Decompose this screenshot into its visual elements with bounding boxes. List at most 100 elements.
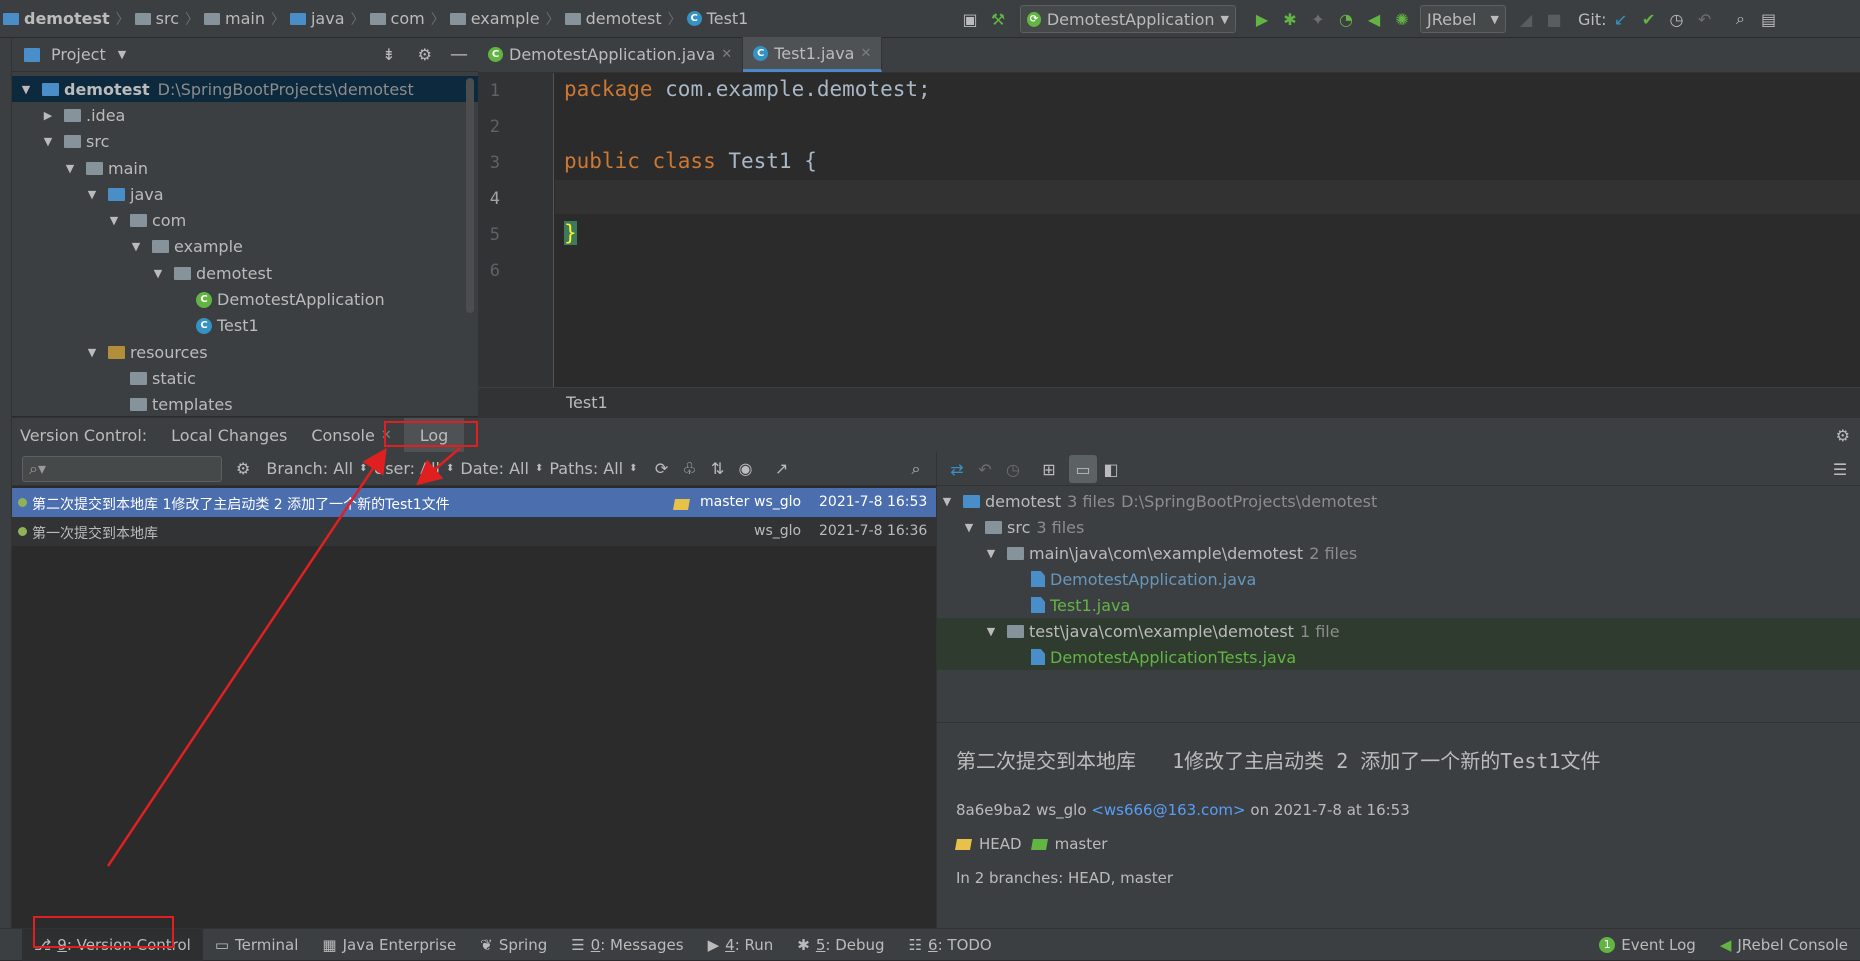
- tool-terminal[interactable]: ▭ Terminal: [203, 929, 311, 961]
- history-icon[interactable]: ◷: [999, 455, 1027, 483]
- collapse-all-icon[interactable]: ⇟: [374, 45, 403, 64]
- run-configuration-select[interactable]: ⟳ DemotestApplication ▼: [1020, 5, 1236, 33]
- revert-icon[interactable]: ↶: [971, 455, 999, 483]
- expand-arrow-icon[interactable]: ▼: [108, 214, 120, 227]
- layout-icon[interactable]: ▣: [956, 5, 984, 33]
- git-commit-icon[interactable]: ✔: [1635, 5, 1663, 33]
- author-email-link[interactable]: <ws666@163.com>: [1091, 801, 1245, 819]
- group-by-icon[interactable]: ⊞: [1035, 455, 1063, 483]
- preview-diff-icon[interactable]: ▭: [1069, 455, 1097, 483]
- code-editor[interactable]: package com.example.demotest; public cla…: [555, 73, 1860, 387]
- expand-arrow-icon[interactable]: ▼: [86, 346, 98, 359]
- tree-item-com[interactable]: ▼ com: [12, 207, 478, 233]
- commit-row-1[interactable]: 第二次提交到本地库 1修改了主启动类 2 添加了一个新的Test1文件 mast…: [12, 488, 936, 517]
- notifications-icon[interactable]: ▤: [1755, 5, 1783, 33]
- stop-icon[interactable]: ■: [1540, 5, 1568, 33]
- build-hammer-icon[interactable]: ⚒: [984, 5, 1012, 33]
- jrebel-run-icon[interactable]: ◀: [1360, 5, 1388, 33]
- show-diff-icon[interactable]: ⇄: [943, 455, 971, 483]
- tree-item-test1[interactable]: C Test1: [12, 313, 478, 339]
- tool-java-enterprise[interactable]: ▦ Java Enterprise: [310, 929, 468, 961]
- expand-arrow-icon[interactable]: ▼: [64, 162, 76, 175]
- cherry-pick-icon[interactable]: ♧: [676, 455, 704, 483]
- changes-main-package-row[interactable]: ▼ main\java\com\example\demotest 2 files: [937, 540, 1860, 566]
- expand-arrow-icon[interactable]: ▼: [20, 83, 32, 96]
- git-rollback-icon[interactable]: ↶: [1691, 5, 1719, 33]
- gear-icon[interactable]: ⚙: [410, 45, 440, 64]
- gear-icon[interactable]: ⚙: [222, 459, 260, 478]
- tool-todo[interactable]: ☷ 6: TODO: [897, 929, 1004, 961]
- breadcrumb-item-com[interactable]: com: [367, 9, 429, 28]
- project-panel-title[interactable]: Project: [51, 45, 106, 64]
- paths-filter[interactable]: Paths: All: [543, 459, 629, 478]
- expand-arrow-icon[interactable]: ▼: [985, 547, 997, 560]
- profile-icon[interactable]: ◔: [1332, 5, 1360, 33]
- tree-item-src[interactable]: ▼ src: [12, 129, 478, 155]
- search-everywhere-icon[interactable]: ⌕: [1727, 5, 1755, 33]
- breadcrumb-item-example[interactable]: example: [447, 9, 544, 28]
- close-icon[interactable]: ✕: [721, 47, 732, 62]
- editor-breadcrumb-class[interactable]: Test1: [566, 393, 608, 412]
- split-view-icon[interactable]: ◧: [1097, 455, 1125, 483]
- run-icon[interactable]: ▶: [1248, 5, 1276, 33]
- debug-icon[interactable]: ✱: [1276, 5, 1304, 33]
- expand-arrow-icon[interactable]: ▼: [86, 188, 98, 201]
- breadcrumb-item-src[interactable]: src: [132, 9, 183, 28]
- tree-item-java[interactable]: ▼ java: [12, 181, 478, 207]
- expand-arrow-icon[interactable]: ▼: [985, 625, 997, 638]
- sort-icon[interactable]: ⇅: [704, 455, 732, 483]
- tree-item--idea[interactable]: ▶ .idea: [12, 102, 478, 128]
- changed-file-row[interactable]: DemotestApplication.java: [937, 566, 1860, 592]
- gear-icon[interactable]: ⚙: [1826, 426, 1860, 445]
- changed-file-row[interactable]: DemotestApplicationTests.java: [937, 644, 1860, 670]
- tree-item-demotest[interactable]: ▼ demotest: [12, 260, 478, 286]
- commit-row-2[interactable]: 第一次提交到本地库 ws_glo 2021-7-8 16:36: [12, 517, 936, 546]
- breadcrumb-item-project[interactable]: demotest: [0, 9, 114, 28]
- tab-test1[interactable]: C Test1.java ✕: [743, 37, 883, 72]
- expand-arrow-icon[interactable]: ▼: [963, 521, 975, 534]
- breadcrumb-item-demotest[interactable]: demotest: [562, 9, 666, 28]
- project-scrollbar[interactable]: [466, 78, 474, 313]
- expand-all-icon[interactable]: ☰: [1826, 455, 1854, 483]
- tab-demotestapplication[interactable]: C DemotestApplication.java ✕: [478, 37, 744, 72]
- chevron-down-icon[interactable]: ▼: [118, 48, 126, 61]
- changes-test-package-row[interactable]: ▼ test\java\com\example\demotest 1 file: [937, 618, 1860, 644]
- tree-item-demotestapplication[interactable]: C DemotestApplication: [12, 286, 478, 312]
- coverage-icon[interactable]: ✦: [1304, 5, 1332, 33]
- branch-filter[interactable]: Branch: All: [260, 459, 359, 478]
- close-icon[interactable]: ✕: [860, 46, 871, 61]
- expand-arrow-icon[interactable]: ▼: [130, 240, 142, 253]
- tool-messages[interactable]: ☰ 0: Messages: [559, 929, 695, 961]
- jrebel-debug-icon[interactable]: ✺: [1388, 5, 1416, 33]
- tool-jrebel-console[interactable]: ◀ JRebel Console: [1708, 929, 1860, 961]
- expand-arrow-icon[interactable]: ▼: [152, 267, 164, 280]
- minimize-icon[interactable]: —: [446, 44, 478, 65]
- jrebel-update-icon[interactable]: ◢: [1512, 5, 1540, 33]
- breadcrumb-item-java[interactable]: java: [287, 9, 349, 28]
- tree-item-templates[interactable]: templates: [12, 392, 478, 418]
- eye-icon[interactable]: ◉: [732, 455, 760, 483]
- tool-spring[interactable]: ❦ Spring: [468, 929, 559, 961]
- tree-item-main[interactable]: ▼ main: [12, 155, 478, 181]
- date-filter[interactable]: Date: All: [454, 459, 535, 478]
- changes-root-row[interactable]: ▼ demotest 3 files D:\SpringBootProjects…: [937, 488, 1860, 514]
- tool-debug[interactable]: ✱ 5: Debug: [785, 929, 896, 961]
- tree-item-resources[interactable]: ▼ resources: [12, 339, 478, 365]
- refresh-icon[interactable]: ⟳: [648, 455, 676, 483]
- log-search-input[interactable]: ⌕▾: [22, 455, 222, 482]
- tree-item-example[interactable]: ▼ example: [12, 234, 478, 260]
- expand-arrow-icon[interactable]: ▼: [941, 495, 953, 508]
- breadcrumb-item-main[interactable]: main: [201, 9, 269, 28]
- tool-run[interactable]: ▶ 4: Run: [696, 929, 786, 961]
- expand-arrow-icon[interactable]: ▼: [42, 135, 54, 148]
- breadcrumb-item-test1[interactable]: C Test1: [684, 9, 753, 28]
- git-history-icon[interactable]: ◷: [1663, 5, 1691, 33]
- tool-event-log[interactable]: 1 Event Log: [1587, 929, 1708, 961]
- changed-file-row[interactable]: Test1.java: [937, 592, 1860, 618]
- jrebel-select[interactable]: JRebel ▼: [1420, 5, 1506, 33]
- collapsed-arrow-icon[interactable]: ▶: [42, 109, 54, 122]
- go-to-hash-icon[interactable]: ↗: [768, 455, 796, 483]
- tree-item-static[interactable]: static: [12, 365, 478, 391]
- tree-item-demotest[interactable]: ▼ demotest D:\SpringBootProjects\demotest: [12, 76, 478, 103]
- user-filter[interactable]: User: All: [367, 459, 446, 478]
